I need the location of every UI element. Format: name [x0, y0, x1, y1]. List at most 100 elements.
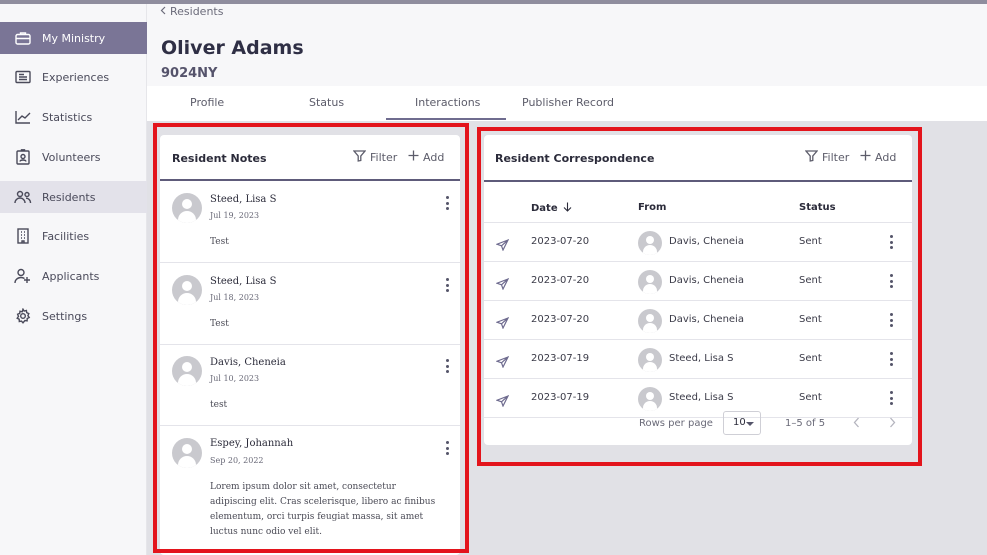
- cell-status: Sent: [799, 275, 822, 286]
- chevron-left-icon: [160, 5, 166, 18]
- add-note-button[interactable]: Add: [408, 150, 444, 164]
- caret-down-icon: [746, 422, 754, 426]
- note-date: Sep 20, 2022: [210, 456, 264, 465]
- note-body: Test: [210, 237, 229, 247]
- sidebar-item-residents[interactable]: Residents: [0, 181, 147, 213]
- cell-date: 2023-07-19: [531, 353, 590, 364]
- table-row[interactable]: 2023-07-20 Davis, Cheneia Sent: [484, 223, 912, 262]
- note-body: test: [210, 400, 228, 410]
- avatar: [638, 270, 662, 294]
- sidebar-item-facilities[interactable]: Facilities: [0, 220, 147, 252]
- more-vert-icon[interactable]: [445, 359, 449, 373]
- table-row[interactable]: 2023-07-20 Davis, Cheneia Sent: [484, 262, 912, 301]
- column-header-status[interactable]: Status: [799, 202, 836, 213]
- next-page-button[interactable]: [889, 417, 896, 431]
- note-author: Espey, Johannah: [210, 438, 294, 449]
- sidebar-item-volunteers[interactable]: Volunteers: [0, 141, 147, 173]
- cell-from: Davis, Cheneia: [669, 275, 744, 286]
- resident-notes-card: Resident Notes Filter Add Steed, Lisa S …: [160, 135, 460, 555]
- sidebar-item-label: Volunteers: [42, 150, 101, 164]
- plus-icon: [408, 150, 419, 164]
- sidebar-item-label: Experiences: [42, 70, 110, 84]
- cell-from: Steed, Lisa S: [669, 353, 734, 364]
- column-label: Date: [531, 203, 558, 214]
- note-item: Steed, Lisa S Jul 19, 2023 Test: [160, 181, 460, 263]
- sidebar-item-settings[interactable]: Settings: [0, 300, 147, 332]
- sidebar-item-statistics[interactable]: Statistics: [0, 101, 147, 133]
- card-divider: [484, 180, 912, 182]
- filter-icon: [804, 150, 819, 165]
- avatar: [638, 348, 662, 372]
- more-vert-icon[interactable]: [889, 235, 893, 249]
- avatar: [172, 356, 202, 386]
- select-value: 10: [733, 417, 746, 428]
- avatar: [638, 309, 662, 333]
- sidebar-item-label: Residents: [42, 190, 96, 204]
- cell-date: 2023-07-19: [531, 392, 590, 403]
- column-header-from[interactable]: From: [638, 202, 666, 213]
- tab-status[interactable]: Status: [309, 96, 344, 109]
- cell-status: Sent: [799, 314, 822, 325]
- note-date: Jul 10, 2023: [210, 374, 260, 383]
- person-add-icon: [14, 267, 32, 285]
- sidebar-item-my-ministry[interactable]: My Ministry: [0, 22, 147, 54]
- sidebar-item-label: My Ministry: [42, 31, 106, 45]
- sidebar-item-label: Settings: [42, 309, 88, 323]
- note-date: Jul 19, 2023: [210, 211, 260, 220]
- sidebar-item-applicants[interactable]: Applicants: [0, 260, 147, 292]
- more-vert-icon[interactable]: [445, 441, 449, 455]
- cell-from: Davis, Cheneia: [669, 236, 744, 247]
- more-vert-icon[interactable]: [445, 278, 449, 292]
- send-icon: [495, 353, 510, 372]
- card-title: Resident Notes: [172, 152, 267, 165]
- sidebar-item-experiences[interactable]: Experiences: [0, 61, 147, 93]
- active-tab-indicator: [386, 118, 506, 120]
- add-label: Add: [423, 150, 445, 164]
- breadcrumb-link[interactable]: Residents: [170, 5, 223, 18]
- more-vert-icon[interactable]: [889, 313, 893, 327]
- building-icon: [14, 227, 32, 245]
- tab-interactions[interactable]: Interactions: [415, 96, 480, 109]
- tab-profile[interactable]: Profile: [190, 96, 224, 109]
- table-row[interactable]: 2023-07-19 Steed, Lisa S Sent: [484, 379, 912, 418]
- card-title: Resident Correspondence: [495, 152, 655, 165]
- sidebar-item-label: Statistics: [42, 110, 93, 124]
- tab-publisher-record[interactable]: Publisher Record: [522, 96, 614, 109]
- cell-date: 2023-07-20: [531, 314, 590, 325]
- page-header: Residents Oliver Adams 9024NY: [147, 4, 987, 86]
- filter-label: Filter: [822, 151, 850, 164]
- rows-per-page-select[interactable]: 10: [723, 411, 761, 435]
- filter-button[interactable]: Filter: [352, 150, 397, 165]
- more-vert-icon[interactable]: [889, 391, 893, 405]
- column-header-date[interactable]: Date: [531, 202, 572, 215]
- add-label: Add: [875, 150, 897, 164]
- send-icon: [495, 236, 510, 255]
- gear-icon: [14, 307, 32, 325]
- cell-status: Sent: [799, 392, 822, 403]
- send-icon: [495, 275, 510, 294]
- breadcrumb[interactable]: Residents: [160, 5, 223, 18]
- more-vert-icon[interactable]: [889, 352, 893, 366]
- send-icon: [495, 314, 510, 333]
- arrow-down-icon: [563, 202, 572, 215]
- filter-icon: [352, 150, 367, 165]
- cell-date: 2023-07-20: [531, 236, 590, 247]
- filter-button[interactable]: Filter: [804, 150, 850, 165]
- table-row[interactable]: 2023-07-19 Steed, Lisa S Sent: [484, 340, 912, 379]
- plus-icon: [860, 150, 871, 164]
- table-row[interactable]: 2023-07-20 Davis, Cheneia Sent: [484, 301, 912, 340]
- avatar: [172, 193, 202, 223]
- add-correspondence-button[interactable]: Add: [860, 150, 896, 164]
- note-item: Davis, Cheneia Jul 10, 2023 test: [160, 345, 460, 426]
- prev-page-button[interactable]: [853, 417, 860, 431]
- more-vert-icon[interactable]: [445, 196, 449, 210]
- avatar: [172, 275, 202, 305]
- resident-correspondence-card: Resident Correspondence Filter Add Date …: [484, 135, 912, 445]
- rows-per-page-label: Rows per page: [639, 418, 713, 429]
- chevron-right-icon: [890, 417, 896, 428]
- avatar: [638, 387, 662, 411]
- more-vert-icon[interactable]: [889, 274, 893, 288]
- cell-from: Davis, Cheneia: [669, 314, 744, 325]
- cell-from: Steed, Lisa S: [669, 392, 734, 403]
- briefcase-icon: [14, 29, 32, 47]
